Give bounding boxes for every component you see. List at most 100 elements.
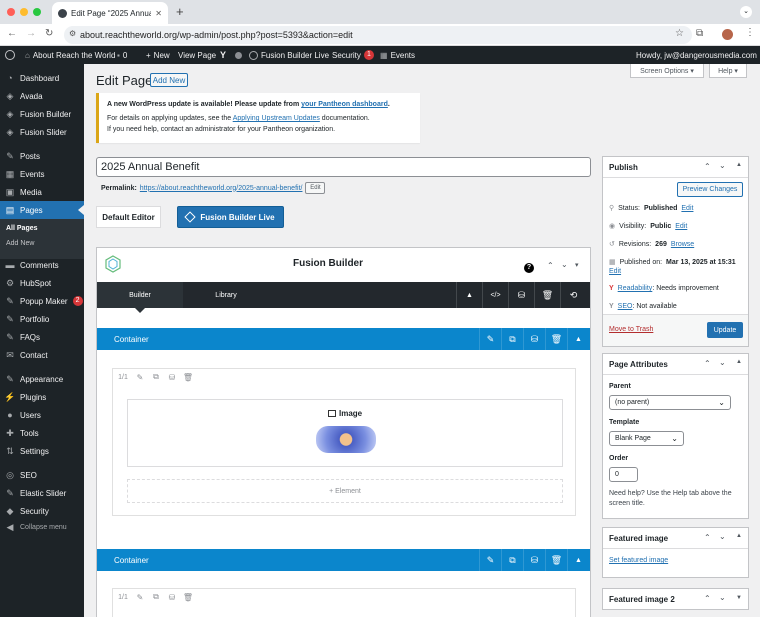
parent-select[interactable]: (no parent) ⌄ bbox=[609, 395, 731, 410]
window-close-button[interactable] bbox=[7, 8, 15, 16]
admin-bar-site[interactable]: ⌂ About Reach the World bbox=[25, 46, 115, 64]
save-icon[interactable]: ⛁ bbox=[523, 328, 545, 350]
column-clone-icon[interactable]: ⧉ bbox=[148, 370, 164, 384]
screen-options-button[interactable]: Screen Options ▾ bbox=[630, 64, 704, 78]
permalink-link[interactable]: https://about.reachtheworld.org/2025-ann… bbox=[140, 185, 303, 192]
sidebar-item-security[interactable]: ◆ Security bbox=[0, 503, 84, 519]
tab-builder[interactable]: Builder bbox=[97, 282, 183, 308]
help-question-icon[interactable]: ? bbox=[524, 263, 534, 273]
window-maximize-button[interactable] bbox=[33, 8, 41, 16]
toggle-panel-icon[interactable]: ▲ bbox=[736, 533, 742, 539]
clone-icon[interactable]: ⧉ bbox=[501, 328, 523, 350]
readability-link[interactable]: Readability bbox=[618, 285, 653, 292]
permalink-edit-button[interactable]: Edit bbox=[305, 182, 326, 194]
toggle-panel-icon[interactable]: ▲ bbox=[736, 359, 742, 365]
extensions-icon[interactable]: ⧉ bbox=[696, 28, 703, 39]
container-bar-1[interactable]: Container ✎ ⧉ ⛁ 🗑 ▲ bbox=[97, 328, 590, 350]
move-down-icon[interactable]: ⌄ bbox=[719, 593, 726, 602]
sidebar-item-portfolio[interactable]: ✎ Portfolio bbox=[0, 311, 84, 327]
sidebar-item-tools[interactable]: ✚ Tools bbox=[0, 425, 84, 441]
sidebar-item-hubspot[interactable]: ⚙ HubSpot bbox=[0, 275, 84, 291]
collapse-icon[interactable]: ▲ bbox=[567, 328, 589, 350]
move-up-icon[interactable]: ⌃ bbox=[704, 533, 711, 542]
trash-icon[interactable]: 🗑 bbox=[545, 328, 567, 350]
submenu-add-new[interactable]: Add New bbox=[6, 240, 34, 247]
sidebar-item-users[interactable]: ● Users bbox=[0, 407, 84, 423]
column-ratio[interactable]: 1/1 bbox=[114, 590, 132, 604]
pantheon-dashboard-link[interactable]: your Pantheon dashboard bbox=[301, 101, 388, 108]
sidebar-item-events[interactable]: ▦ Events bbox=[0, 166, 84, 182]
preview-changes-button[interactable]: Preview Changes bbox=[677, 182, 743, 197]
add-element-button[interactable]: + Element bbox=[127, 479, 563, 503]
sidebar-item-media[interactable]: ▣ Media bbox=[0, 184, 84, 200]
edit-pencil-icon[interactable]: ✎ bbox=[479, 549, 501, 571]
browse-revisions-link[interactable]: Browse bbox=[671, 241, 694, 248]
set-featured-image-link[interactable]: Set featured image bbox=[609, 557, 668, 564]
save-template-icon[interactable]: ⛁ bbox=[508, 282, 534, 308]
published-edit-link[interactable]: Edit bbox=[609, 268, 621, 275]
forward-icon[interactable]: → bbox=[26, 28, 36, 39]
sidebar-item-settings[interactable]: ⇅ Settings bbox=[0, 443, 84, 459]
browser-tab[interactable]: Edit Page “2025 Annual Benefit ✕ bbox=[52, 2, 168, 24]
move-up-icon[interactable]: ⌃ bbox=[704, 359, 711, 368]
reload-icon[interactable]: ↻ bbox=[45, 28, 53, 39]
sidebar-item-collapse-menu[interactable]: ◀ Collapse menu bbox=[0, 519, 84, 535]
admin-bar-view-page[interactable]: View Page bbox=[178, 46, 216, 64]
column-save-icon[interactable]: ⛁ bbox=[164, 590, 180, 604]
bookmark-star-icon[interactable]: ☆ bbox=[675, 28, 684, 39]
sidebar-item-popup-maker[interactable]: ✎ Popup Maker 2 bbox=[0, 293, 84, 309]
sidebar-item-elastic-slider[interactable]: ✎ Elastic Slider bbox=[0, 485, 84, 501]
status-edit-link[interactable]: Edit bbox=[681, 205, 693, 212]
fusion-builder-live-button[interactable]: Fusion Builder Live bbox=[177, 206, 284, 228]
seo-link[interactable]: SEO bbox=[618, 303, 633, 310]
new-tab-button[interactable]: + bbox=[176, 4, 184, 19]
move-up-icon[interactable]: ⌃ bbox=[704, 594, 711, 603]
code-icon[interactable]: </> bbox=[482, 282, 508, 308]
toggle-panel-icon[interactable]: ▾ bbox=[575, 261, 579, 269]
sidebar-item-plugins[interactable]: ⚡ Plugins bbox=[0, 389, 84, 405]
sidebar-item-contact[interactable]: ✉ Contact bbox=[0, 347, 84, 363]
column-delete-icon[interactable]: 🗑 bbox=[180, 370, 196, 384]
move-down-icon[interactable]: ⌄ bbox=[719, 161, 726, 170]
visibility-edit-link[interactable]: Edit bbox=[675, 223, 687, 230]
toggle-panel-icon[interactable]: ▲ bbox=[736, 162, 742, 168]
move-to-trash-link[interactable]: Move to Trash bbox=[609, 326, 653, 333]
sidebar-item-avada[interactable]: ◈ Avada bbox=[0, 88, 84, 104]
address-bar[interactable]: ⚙ about.reachtheworld.org/wp-admin/post.… bbox=[64, 26, 692, 44]
tab-library[interactable]: Library bbox=[183, 282, 269, 308]
help-button[interactable]: Help ▾ bbox=[709, 64, 747, 78]
move-up-icon[interactable]: ⌃ bbox=[547, 261, 554, 270]
admin-bar-fusion-live[interactable]: Fusion Builder Live bbox=[249, 46, 329, 64]
sidebar-item-fusion-builder[interactable]: ◈ Fusion Builder bbox=[0, 106, 84, 122]
edit-pencil-icon[interactable]: ✎ bbox=[479, 328, 501, 350]
move-down-icon[interactable]: ⌄ bbox=[719, 358, 726, 367]
default-editor-button[interactable]: Default Editor bbox=[96, 206, 161, 228]
column-save-icon[interactable]: ⛁ bbox=[164, 370, 180, 384]
submenu-all-pages[interactable]: All Pages bbox=[6, 225, 38, 232]
sidebar-item-dashboard[interactable]: ◔ Dashboard bbox=[0, 70, 84, 86]
post-title-input[interactable]: 2025 Annual Benefit bbox=[96, 157, 591, 177]
update-button[interactable]: Update bbox=[707, 322, 743, 338]
yoast-icon[interactable]: Y bbox=[220, 46, 226, 64]
move-down-icon[interactable]: ⌄ bbox=[719, 532, 726, 541]
sidebar-item-fusion-slider[interactable]: ◈ Fusion Slider bbox=[0, 124, 84, 140]
column-edit-icon[interactable]: ✎ bbox=[132, 370, 148, 384]
template-select[interactable]: Blank Page ⌄ bbox=[609, 431, 684, 446]
history-icon[interactable]: ⟲ bbox=[560, 282, 586, 308]
sidebar-item-seo[interactable]: ◎ SEO bbox=[0, 467, 84, 483]
trash-icon[interactable]: 🗑 bbox=[545, 549, 567, 571]
delete-all-icon[interactable]: 🗑 bbox=[534, 282, 560, 308]
wordpress-logo-icon[interactable] bbox=[5, 46, 15, 64]
sidebar-item-comments[interactable]: ▬ Comments bbox=[0, 257, 84, 273]
admin-bar-new[interactable]: + New bbox=[146, 46, 170, 64]
image-element[interactable]: Image bbox=[127, 399, 563, 467]
admin-bar-events[interactable]: ▦ Events bbox=[380, 46, 415, 64]
column-clone-icon[interactable]: ⧉ bbox=[148, 590, 164, 604]
browser-menu-icon[interactable]: ⋮ bbox=[745, 27, 755, 38]
upstream-updates-link[interactable]: Applying Upstream Updates bbox=[233, 115, 320, 122]
admin-bar-comments[interactable]: ▪ 0 bbox=[117, 46, 127, 64]
sidebar-item-appearance[interactable]: ✎ Appearance bbox=[0, 371, 84, 387]
tab-close-icon[interactable]: ✕ bbox=[155, 9, 162, 18]
move-up-icon[interactable]: ⌃ bbox=[704, 162, 711, 171]
admin-bar-account[interactable]: Howdy, jw@dangerousmedia.com bbox=[636, 46, 760, 64]
